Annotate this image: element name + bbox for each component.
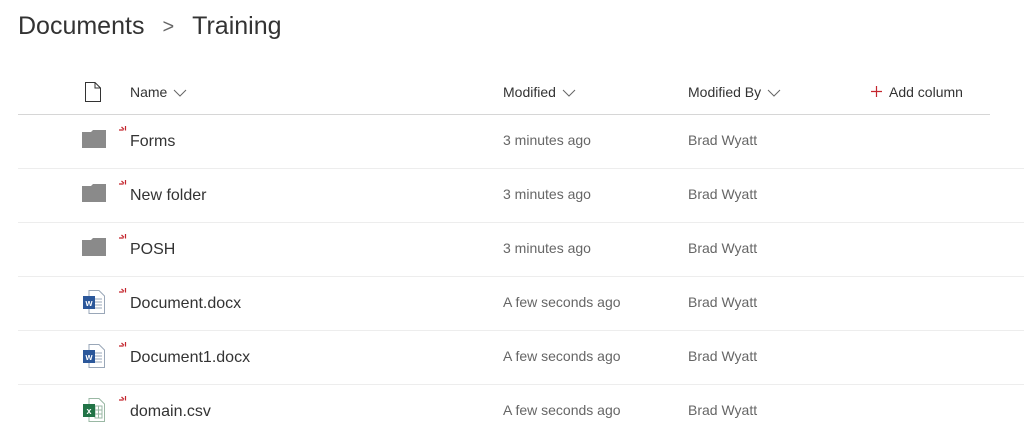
list-item[interactable]: Forms 3 minutes ago Brad Wyatt — [18, 114, 1024, 169]
list-item[interactable]: w Document.docx A few seconds ago Brad W… — [18, 276, 1024, 331]
chevron-down-icon — [767, 84, 781, 100]
chevron-down-icon — [562, 84, 576, 100]
list-item[interactable]: w Document1.docx A few seconds ago Brad … — [18, 330, 1024, 385]
svg-text:w: w — [84, 298, 93, 308]
column-header-name[interactable]: Name — [130, 84, 187, 100]
item-modified-by: Brad Wyatt — [688, 132, 758, 148]
item-name[interactable]: Document.docx — [130, 295, 241, 313]
item-modified: 3 minutes ago — [503, 186, 591, 202]
svg-text:w: w — [84, 352, 93, 362]
new-item-icon — [119, 393, 129, 411]
list-item[interactable]: x domain.csv A few seconds ago Brad Wyat… — [18, 384, 1024, 438]
list-header: Name Modified Modified By Add column — [18, 70, 990, 115]
item-modified-by: Brad Wyatt — [688, 402, 758, 418]
folder-icon — [82, 238, 106, 261]
item-modified-by: Brad Wyatt — [688, 186, 758, 202]
item-modified: 3 minutes ago — [503, 240, 591, 256]
list-item[interactable]: New folder 3 minutes ago Brad Wyatt — [18, 168, 1024, 223]
add-column-label: Add column — [889, 84, 963, 100]
word-file-icon: w — [83, 344, 105, 373]
item-modified-by: Brad Wyatt — [688, 294, 758, 310]
item-name[interactable]: Forms — [130, 133, 175, 151]
new-item-icon — [119, 285, 129, 303]
item-name[interactable]: POSH — [130, 241, 175, 259]
breadcrumb-separator: > — [162, 16, 175, 38]
column-modified-label: Modified — [503, 84, 556, 100]
plus-icon — [871, 84, 882, 100]
new-item-icon — [119, 339, 129, 357]
new-item-icon — [119, 123, 129, 141]
item-modified: A few seconds ago — [503, 294, 621, 310]
item-modified-by: Brad Wyatt — [688, 348, 758, 364]
column-modified-by-label: Modified By — [688, 84, 762, 100]
column-header-modified[interactable]: Modified — [503, 84, 576, 100]
item-name[interactable]: domain.csv — [130, 403, 211, 421]
item-name[interactable]: Document1.docx — [130, 349, 250, 367]
new-item-icon — [119, 231, 129, 249]
folder-icon — [82, 130, 106, 153]
list-item[interactable]: POSH 3 minutes ago Brad Wyatt — [18, 222, 1024, 277]
svg-text:x: x — [86, 406, 91, 416]
breadcrumb-current-training: Training — [192, 12, 282, 40]
breadcrumb-documents[interactable]: Documents — [18, 12, 144, 41]
breadcrumb: Documents > Training — [18, 12, 282, 41]
item-modified: A few seconds ago — [503, 402, 621, 418]
file-type-icon[interactable] — [84, 82, 102, 105]
chevron-down-icon — [173, 84, 187, 100]
item-modified: 3 minutes ago — [503, 132, 591, 148]
add-column-button[interactable]: Add column — [871, 84, 963, 100]
column-name-label: Name — [130, 84, 168, 100]
item-modified: A few seconds ago — [503, 348, 621, 364]
folder-icon — [82, 184, 106, 207]
item-modified-by: Brad Wyatt — [688, 240, 758, 256]
word-file-icon: w — [83, 290, 105, 319]
column-header-modified-by[interactable]: Modified By — [688, 84, 781, 100]
item-name[interactable]: New folder — [130, 187, 206, 205]
new-item-icon — [119, 177, 129, 195]
excel-file-icon: x — [83, 398, 105, 427]
